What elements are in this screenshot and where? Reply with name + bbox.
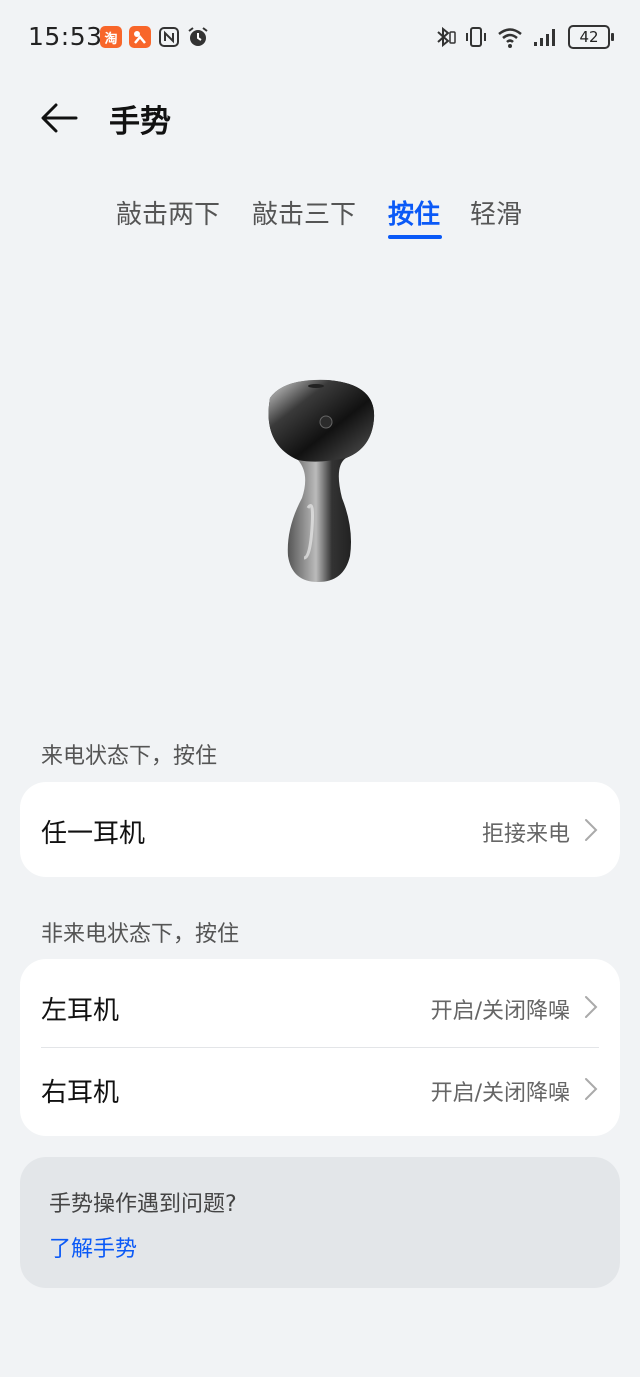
vibrate-icon <box>466 27 486 47</box>
tab-triple-tap[interactable]: 敲击三下 <box>252 194 356 231</box>
row-label: 左耳机 <box>41 996 120 1026</box>
non-call-card: 左耳机 开启/关闭降噪 右耳机 开启/关闭降噪 <box>20 959 620 1136</box>
tab-double-tap[interactable]: 敲击两下 <box>116 194 220 231</box>
list-item-left-earbud[interactable]: 左耳机 开启/关闭降噪 <box>20 967 620 1047</box>
notification-icons: 淘 <box>100 26 209 48</box>
back-button[interactable] <box>36 96 82 140</box>
gesture-tabs: 敲击两下 敲击三下 按住 轻滑 <box>0 188 640 248</box>
list-item-any-earbud[interactable]: 任一耳机 拒接来电 <box>20 790 620 870</box>
row-value: 开启/关闭降噪 <box>430 1081 570 1106</box>
status-time: 15:53 <box>28 22 103 51</box>
xianyu-icon <box>129 26 151 48</box>
bluetooth-icon <box>437 26 456 48</box>
help-question: 手势操作遇到问题? <box>49 1192 237 1217</box>
page-title: 手势 <box>109 104 171 140</box>
row-divider <box>41 1047 599 1048</box>
learn-gestures-link[interactable]: 了解手势 <box>49 1231 137 1263</box>
active-tab-indicator <box>388 235 442 239</box>
tab-swipe[interactable]: 轻滑 <box>470 194 522 231</box>
section-label-non-call: 非来电状态下，按住 <box>41 922 240 947</box>
row-label: 任一耳机 <box>41 819 146 849</box>
row-value: 拒接来电 <box>481 822 570 847</box>
earbud-illustration <box>268 379 375 582</box>
chevron-right-icon <box>585 996 598 1018</box>
taobao-icon: 淘 <box>100 26 122 48</box>
signal-icon <box>534 29 555 46</box>
alarm-icon <box>188 27 208 46</box>
system-icons: 42 <box>432 25 614 49</box>
status-bar: 15:53 淘 42 <box>0 0 640 78</box>
incoming-call-card: 任一耳机 拒接来电 <box>20 782 620 877</box>
nfc-icon <box>159 27 179 47</box>
chevron-right-icon <box>585 1078 598 1100</box>
row-value: 开启/关闭降噪 <box>430 999 570 1024</box>
row-label: 右耳机 <box>41 1078 120 1108</box>
battery-icon: 42 <box>568 25 614 49</box>
section-label-incoming: 来电状态下，按住 <box>41 744 218 769</box>
wifi-icon <box>498 28 522 48</box>
tab-press-hold[interactable]: 按住 <box>388 194 440 231</box>
list-item-right-earbud[interactable]: 右耳机 开启/关闭降噪 <box>20 1049 620 1129</box>
app-header: 手势 <box>0 78 640 158</box>
help-card: 手势操作遇到问题? 了解手势 <box>20 1157 620 1288</box>
chevron-right-icon <box>585 819 598 841</box>
